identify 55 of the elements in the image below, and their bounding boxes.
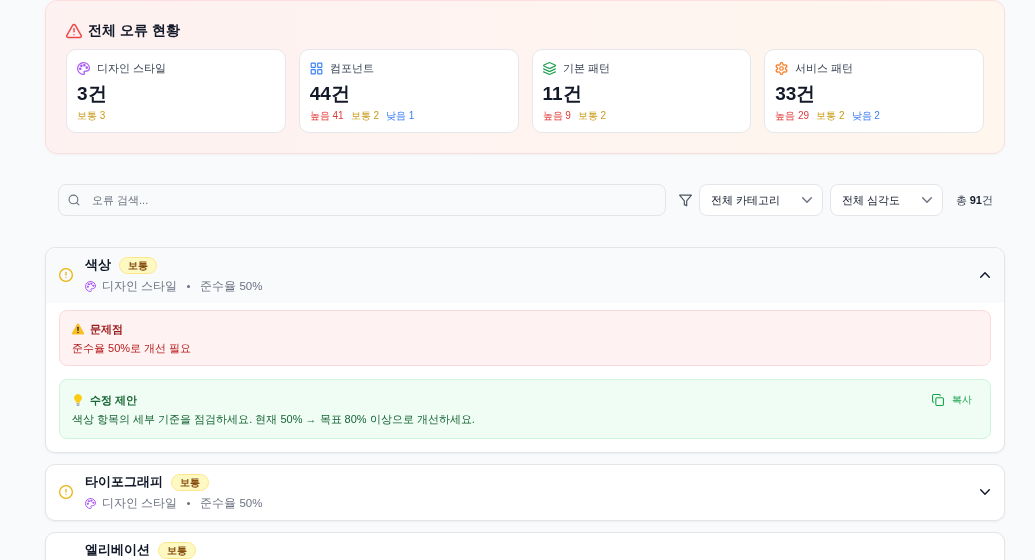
severity-count: 보통 3	[77, 110, 106, 122]
chevron-down-icon	[801, 197, 812, 203]
category-label: 컴포넌트	[329, 60, 374, 76]
warning-icon	[72, 323, 84, 335]
issue-title: 색상	[85, 256, 111, 274]
summary-title: 전체 오류 현황	[88, 22, 180, 40]
palette-icon	[77, 61, 90, 75]
warning-icon	[66, 23, 82, 39]
palette-icon	[85, 280, 96, 292]
chevron-down-icon	[921, 197, 932, 203]
severity-count: 높음 29	[775, 110, 810, 122]
error-count: 44건	[309, 82, 350, 106]
suggestion-text: 색상 항목의 세부 기준을 점검하세요. 현재 50% → 목표 80% 이상으로 개선하세요.	[72, 412, 475, 426]
severity-count: 보통 2	[577, 110, 607, 122]
severity-count: 보통 2	[816, 110, 845, 122]
category-label: 서비스 패턴	[795, 60, 854, 76]
grid-icon	[309, 61, 323, 75]
search-field[interactable]: 오류 검색...	[58, 184, 666, 216]
error-count: 3건	[77, 82, 107, 106]
severity-count: 높음 41	[309, 110, 344, 122]
compliance-rate: 준수율 50%	[200, 495, 263, 511]
issue-title: 엘리베이션	[85, 541, 150, 559]
error-count: 11건	[542, 82, 582, 106]
chevron-up-icon[interactable]	[980, 272, 990, 278]
total-count: 총 91건	[955, 192, 993, 208]
severity-count: 낮음 2	[851, 110, 880, 122]
category-label: 기본 패턴	[562, 60, 610, 76]
gear-icon	[775, 61, 789, 75]
filter-dropdown[interactable]: 전체 카테고리	[698, 184, 823, 216]
search-icon	[68, 194, 80, 206]
problem-text: 준수율 50%로 개선 필요	[72, 341, 192, 355]
issue-title: 타이포그래피	[85, 473, 163, 491]
category-label: 디자인 스타일	[97, 60, 167, 76]
severity-badge: 보통	[158, 541, 196, 559]
alert-circle-icon	[59, 485, 73, 499]
issue-header[interactable]: 색상 보통 디자인 스타일 준수율 50%	[46, 248, 1004, 303]
severity-badge: 보통	[171, 473, 209, 491]
severity-count: 보통 2	[350, 110, 379, 122]
issue-category: 디자인 스타일	[102, 495, 178, 511]
problem-title: 문제점	[90, 321, 123, 337]
palette-icon	[85, 497, 96, 509]
lightbulb-icon	[72, 394, 84, 406]
severity-count: 낮음 1	[386, 110, 415, 122]
suggestion-title: 수정 제안	[90, 392, 138, 408]
copy-icon	[932, 394, 944, 406]
issue-category: 디자인 스타일	[102, 278, 178, 294]
alert-circle-icon	[59, 268, 73, 282]
severity-badge: 보통	[119, 256, 157, 274]
error-count: 33건	[775, 82, 816, 106]
compliance-rate: 준수율 50%	[200, 278, 263, 294]
filter-dropdown[interactable]: 전체 심각도	[829, 184, 943, 216]
layers-icon	[542, 61, 556, 75]
severity-count: 높음 9	[542, 110, 571, 122]
chevron-down-icon[interactable]	[980, 489, 990, 495]
filter-icon	[678, 193, 692, 207]
